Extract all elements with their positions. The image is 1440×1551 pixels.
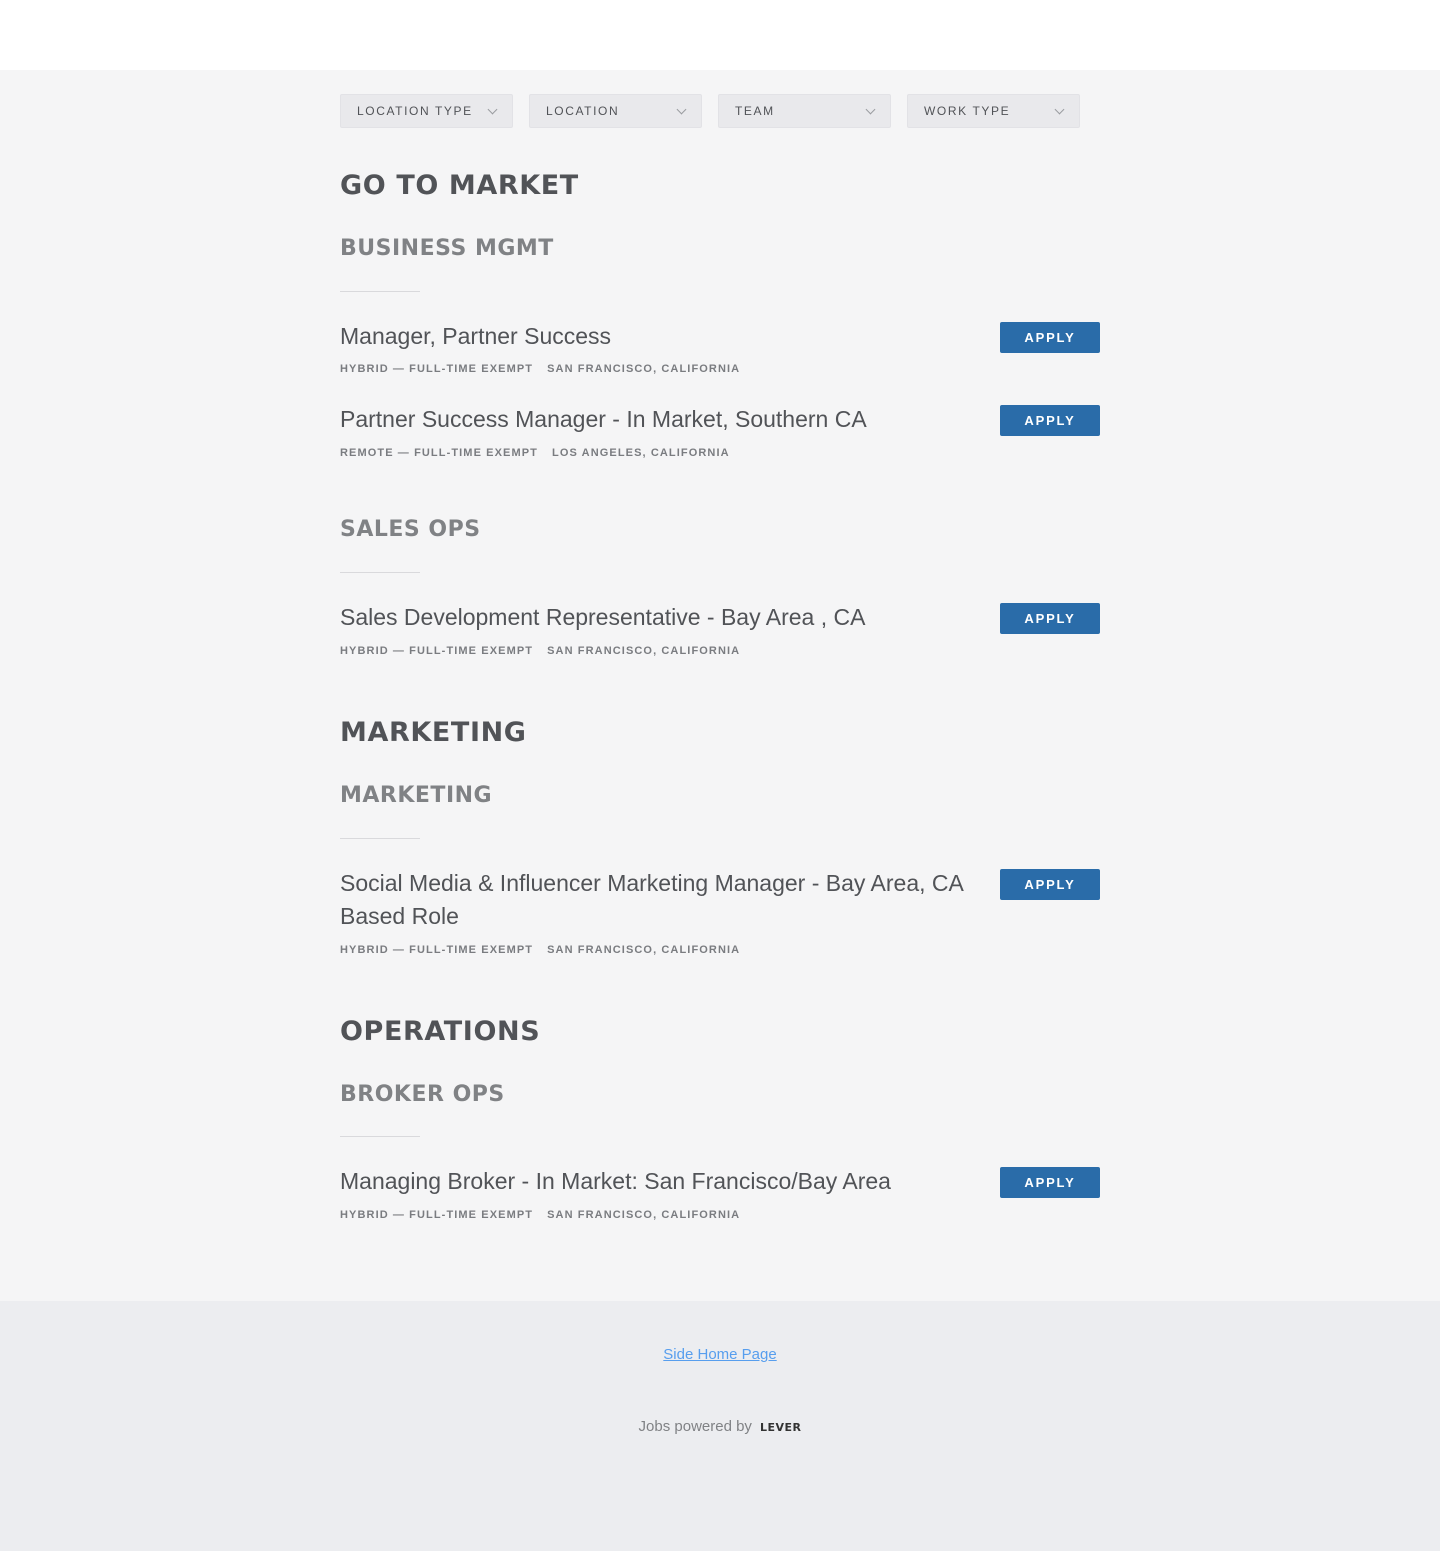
filter-label: LOCATION TYPE <box>357 104 473 118</box>
job-work-type: HYBRID — FULL-TIME EXEMPT <box>340 944 534 956</box>
job-meta: REMOTE — FULL-TIME EXEMPT LOS ANGELES, CA… <box>340 447 730 459</box>
filter-location-type[interactable]: LOCATION TYPE <box>340 94 513 128</box>
team-heading: SALES OPS <box>340 517 481 542</box>
postings-main: LOCATION TYPE LOCATION TEAM WORK TYPE GO… <box>0 70 1440 1301</box>
team-divider <box>340 838 420 839</box>
team-heading: BROKER OPS <box>340 1082 505 1107</box>
job-location: LOS ANGELES, CALIFORNIA <box>552 447 730 459</box>
job-location: SAN FRANCISCO, CALIFORNIA <box>547 944 741 956</box>
lever-logo[interactable]: LEVER <box>760 1421 802 1434</box>
top-band <box>0 0 1440 70</box>
chevron-down-icon <box>487 104 498 114</box>
home-page-link[interactable]: Side Home Page <box>663 1346 776 1363</box>
filter-location[interactable]: LOCATION <box>529 94 702 128</box>
powered-by-text: Jobs powered by <box>638 1418 752 1435</box>
job-title-link[interactable]: Social Media & Influencer Marketing Mana… <box>340 867 985 933</box>
department-heading: OPERATIONS <box>340 1016 541 1047</box>
apply-button[interactable]: APPLY <box>1000 603 1100 634</box>
filter-label: WORK TYPE <box>924 104 1011 118</box>
footer: Side Home Page Jobs powered by LEVER <box>0 1301 1440 1551</box>
job-meta: HYBRID — FULL-TIME EXEMPT SAN FRANCISCO, … <box>340 645 740 657</box>
job-location: SAN FRANCISCO, CALIFORNIA <box>547 363 741 375</box>
team-heading: BUSINESS MGMT <box>340 236 554 261</box>
job-work-type: HYBRID — FULL-TIME EXEMPT <box>340 1209 534 1221</box>
job-meta: HYBRID — FULL-TIME EXEMPT SAN FRANCISCO, … <box>340 363 740 375</box>
job-work-type: HYBRID — FULL-TIME EXEMPT <box>340 645 534 657</box>
footer-home-link-wrap: Side Home Page <box>0 1346 1440 1363</box>
chevron-down-icon <box>676 104 687 114</box>
chevron-down-icon <box>1054 104 1065 114</box>
filter-work-type[interactable]: WORK TYPE <box>907 94 1080 128</box>
team-divider <box>340 291 420 292</box>
job-meta: HYBRID — FULL-TIME EXEMPT SAN FRANCISCO, … <box>340 944 740 956</box>
job-title-link[interactable]: Manager, Partner Success <box>340 320 985 353</box>
job-title-link[interactable]: Sales Development Representative - Bay A… <box>340 601 985 634</box>
apply-button[interactable]: APPLY <box>1000 322 1100 353</box>
filter-team[interactable]: TEAM <box>718 94 891 128</box>
job-work-type: REMOTE — FULL-TIME EXEMPT <box>340 447 538 459</box>
job-work-type: HYBRID — FULL-TIME EXEMPT <box>340 363 534 375</box>
department-heading: MARKETING <box>340 717 527 748</box>
filter-label: TEAM <box>735 104 775 118</box>
chevron-down-icon <box>865 104 876 114</box>
job-location: SAN FRANCISCO, CALIFORNIA <box>547 1209 741 1221</box>
team-heading: MARKETING <box>340 783 493 808</box>
apply-button[interactable]: APPLY <box>1000 405 1100 436</box>
job-location: SAN FRANCISCO, CALIFORNIA <box>547 645 741 657</box>
apply-button[interactable]: APPLY <box>1000 869 1100 900</box>
team-divider <box>340 1136 420 1137</box>
job-meta: HYBRID — FULL-TIME EXEMPT SAN FRANCISCO, … <box>340 1209 740 1221</box>
job-title-link[interactable]: Managing Broker - In Market: San Francis… <box>340 1165 985 1198</box>
department-heading: GO TO MARKET <box>340 170 579 201</box>
filter-bar: LOCATION TYPE LOCATION TEAM WORK TYPE <box>340 94 1080 128</box>
team-divider <box>340 572 420 573</box>
apply-button[interactable]: APPLY <box>1000 1167 1100 1198</box>
job-title-link[interactable]: Partner Success Manager - In Market, Sou… <box>340 403 985 436</box>
powered-by: Jobs powered by LEVER <box>0 1418 1440 1435</box>
filter-label: LOCATION <box>546 104 620 118</box>
